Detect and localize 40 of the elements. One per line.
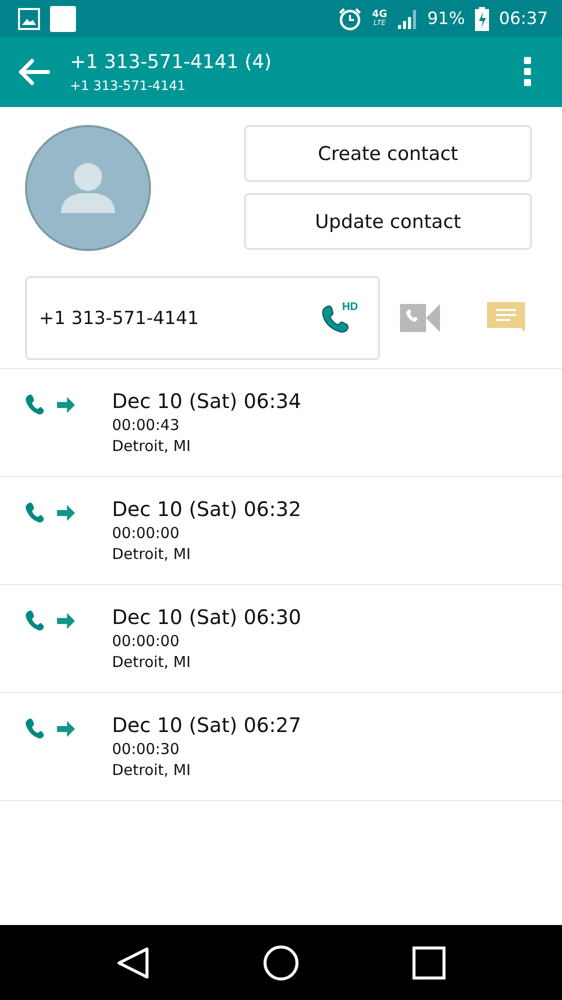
home-button[interactable] (262, 944, 299, 980)
signal-icon (397, 8, 418, 28)
app-bar-subtitle: +1 313-571-4141 (70, 78, 186, 94)
call-date: Dec 10 (Sat) 06:27 (112, 713, 302, 737)
call-log-item[interactable]: Dec 10 (Sat) 06:34 00:00:43 Detroit, MI (0, 369, 562, 477)
call-location: Detroit, MI (112, 437, 192, 455)
call-log-item[interactable]: Dec 10 (Sat) 06:30 00:00:00 Detroit, MI (0, 585, 562, 693)
call-log-item[interactable]: Dec 10 (Sat) 06:32 00:00:00 Detroit, MI (0, 477, 562, 585)
phone-icon (25, 393, 45, 415)
battery-percent: 91% (427, 8, 465, 28)
video-call-button[interactable] (400, 304, 440, 332)
phone-icon (25, 609, 45, 631)
call-log-item[interactable]: Dec 10 (Sat) 06:27 00:00:30 Detroit, MI (0, 693, 562, 801)
call-duration: 00:00:00 (112, 524, 180, 542)
call-duration: 00:00:00 (112, 632, 180, 650)
call-location: Detroit, MI (112, 761, 192, 779)
battery-charging-icon (475, 6, 489, 30)
call-location: Detroit, MI (112, 653, 192, 671)
call-date: Dec 10 (Sat) 06:32 (112, 497, 302, 521)
call-duration: 00:00:43 (112, 416, 180, 434)
back-button[interactable] (18, 58, 50, 86)
clock: 06:37 (499, 8, 548, 28)
recent-apps-button[interactable] (412, 946, 446, 980)
call-date: Dec 10 (Sat) 06:30 (112, 605, 302, 629)
contact-action-button[interactable]: Update contact (244, 193, 532, 250)
avatar-icon (25, 125, 151, 251)
square-icon (50, 6, 76, 32)
call-location: Detroit, MI (112, 545, 192, 563)
phone-icon (25, 501, 45, 523)
contact-action-button[interactable]: Create contact (244, 125, 532, 182)
more-options-button[interactable] (524, 57, 532, 87)
phone-icon (25, 717, 45, 739)
network-label: 4G (372, 10, 388, 20)
alarm-icon (338, 6, 362, 30)
app-bar-title: +1 313-571-4141 (4) (70, 50, 273, 72)
back-nav-button[interactable] (116, 946, 150, 980)
image-icon (18, 8, 40, 30)
phone-number: +1 313-571-4141 (39, 308, 200, 328)
call-duration: 00:00:30 (112, 740, 180, 758)
call-date: Dec 10 (Sat) 06:34 (112, 389, 302, 413)
